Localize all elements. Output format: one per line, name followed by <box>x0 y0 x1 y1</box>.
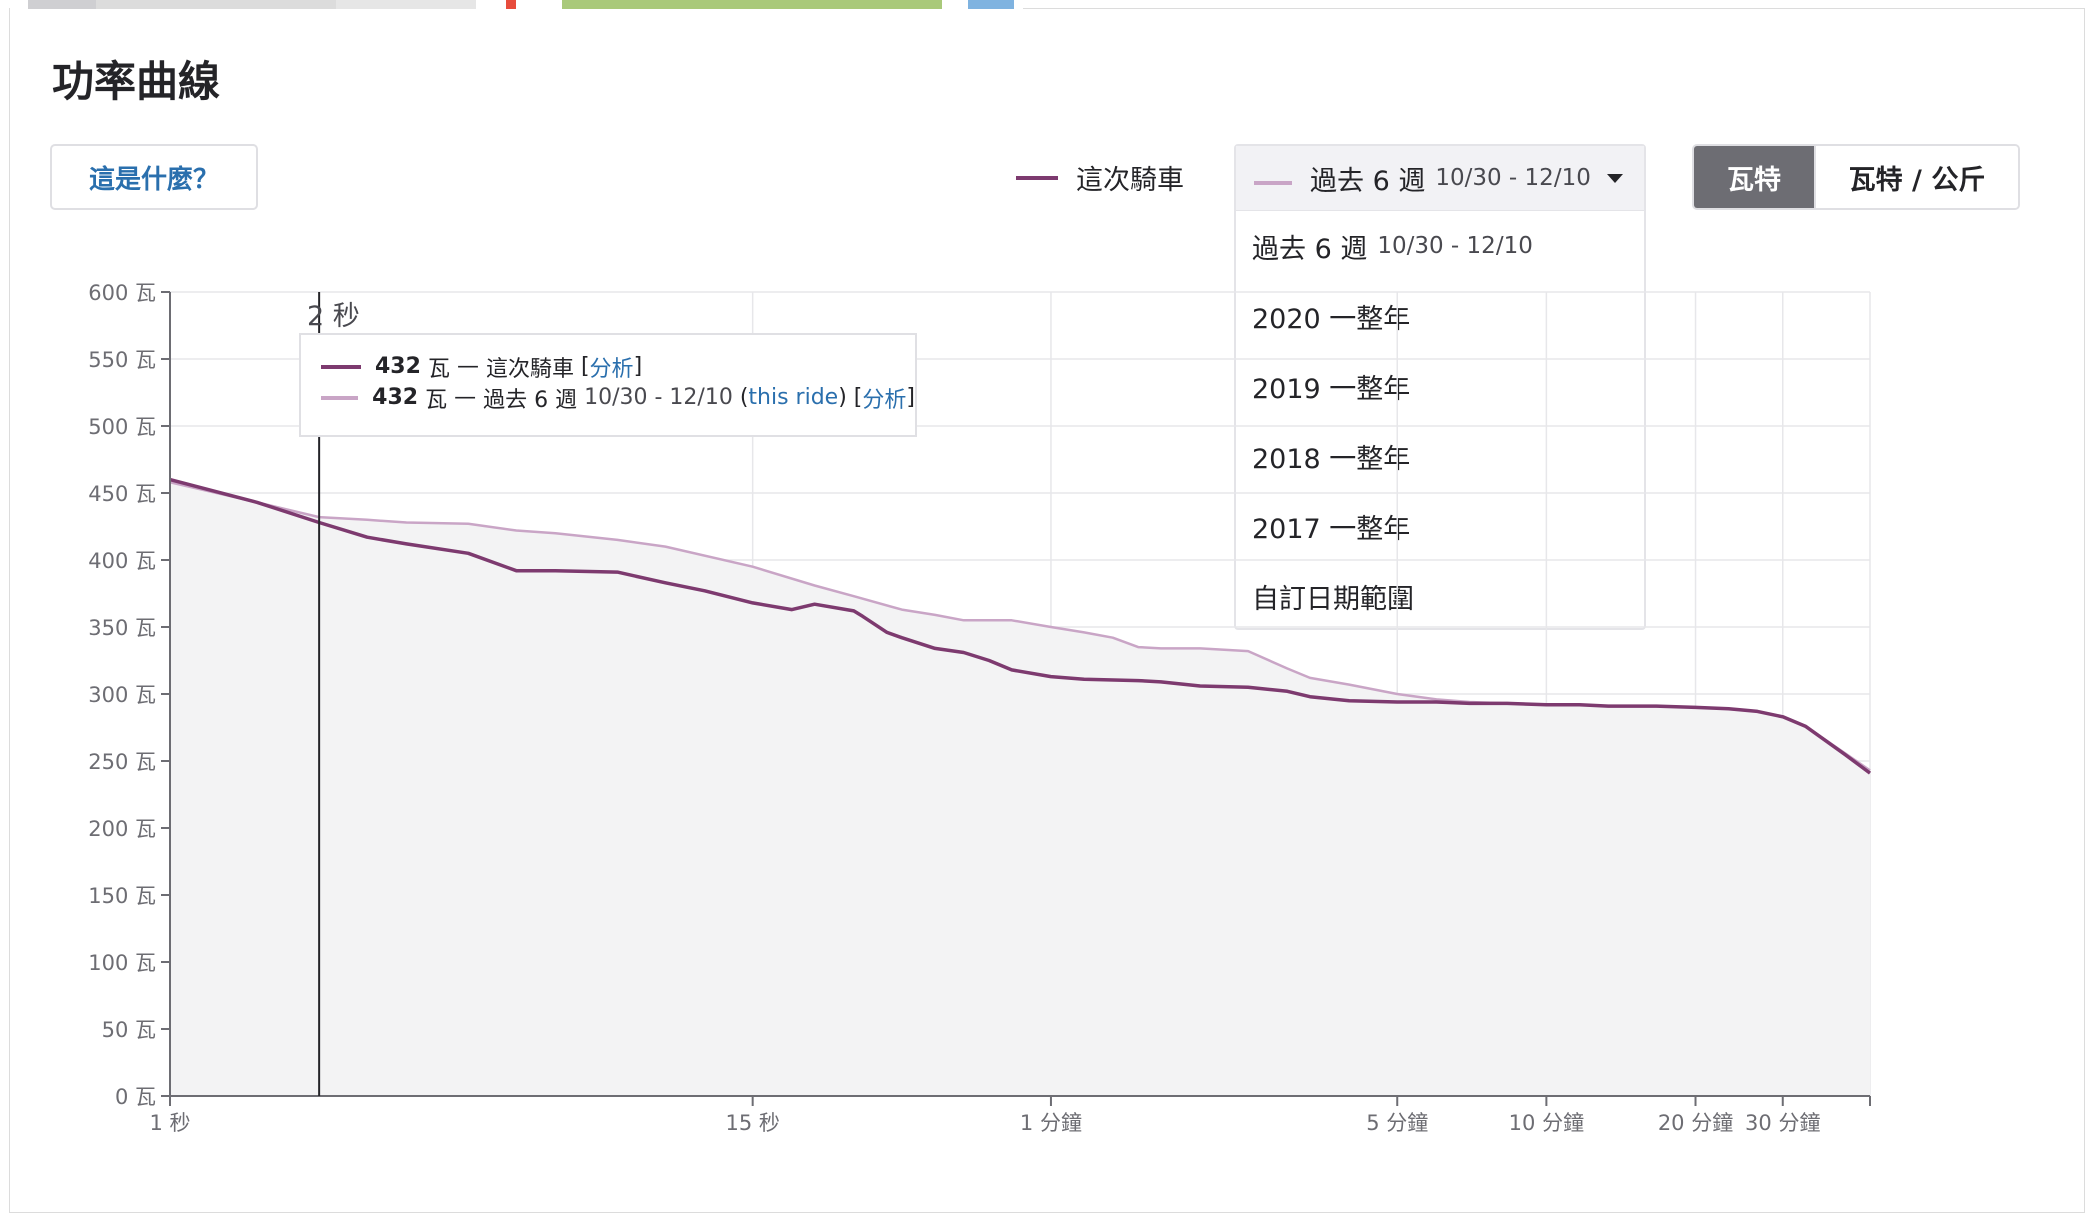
y-tick-label: 100 瓦 <box>88 951 156 975</box>
power-curve-chart[interactable]: 0 瓦 50 瓦 100 瓦 150 瓦 200 瓦 250 瓦 300 瓦 350 瓦 400… <box>0 0 2094 1224</box>
y-tick-label: 550 瓦 <box>88 348 156 372</box>
legend-swatch <box>321 395 359 400</box>
tooltip-separator: — <box>456 354 479 379</box>
x-tick-label: 1 秒 <box>149 1111 190 1135</box>
tooltip-value: 432 <box>372 385 419 410</box>
tooltip-row-compare: 432 瓦 — 過去 6 週 10/30 - 12/10 (this ride)… <box>321 382 915 413</box>
x-tick-label: 15 秒 <box>725 1111 779 1135</box>
x-tick-label: 5 分鐘 <box>1366 1111 1428 1135</box>
tooltip-range: 10/30 - 12/10 <box>584 385 733 410</box>
analyze-link[interactable]: 分析 <box>862 382 906 414</box>
y-tick-label: 250 瓦 <box>88 750 156 774</box>
x-tick-label: 30 分鐘 <box>1745 1111 1820 1135</box>
x-tick-label: 1 分鐘 <box>1020 1111 1082 1135</box>
cursor-duration-label: 2 秒 <box>307 301 360 332</box>
y-tick-label: 150 瓦 <box>88 884 156 908</box>
tooltip-value: 432 <box>375 354 421 379</box>
legend-swatch <box>321 364 361 369</box>
y-tick-label: 50 瓦 <box>102 1018 156 1042</box>
tooltip-series-name: 這次騎車 <box>485 356 574 382</box>
tooltip-separator: — <box>454 385 477 410</box>
y-tick-label: 300 瓦 <box>88 683 156 707</box>
area-fill <box>170 482 1870 1096</box>
this-ride-link[interactable]: this ride <box>748 385 838 410</box>
tooltip-unit: 瓦 <box>427 356 450 382</box>
y-tick-label: 0 瓦 <box>115 1085 156 1109</box>
y-tick-label: 350 瓦 <box>88 616 156 640</box>
y-tick-label: 400 瓦 <box>88 549 156 573</box>
y-tick-label: 600 瓦 <box>88 281 156 305</box>
x-tick-label: 20 分鐘 <box>1658 1111 1733 1135</box>
tooltip-unit: 瓦 <box>425 387 448 413</box>
cursor-tooltip: 432 瓦 — 這次騎車 [分析] 432 瓦 — 過去 6 週 10/30 -… <box>299 333 917 437</box>
chart-area <box>170 482 1870 1096</box>
y-tick-label: 200 瓦 <box>88 817 156 841</box>
tooltip-row-this-ride: 432 瓦 — 這次騎車 [分析] <box>321 351 915 382</box>
analyze-link[interactable]: 分析 <box>590 351 634 383</box>
x-tick-label: 10 分鐘 <box>1509 1111 1584 1135</box>
tooltip-series-name: 過去 6 週 <box>483 387 578 413</box>
y-tick-label: 500 瓦 <box>88 415 156 439</box>
y-tick-label: 450 瓦 <box>88 482 156 506</box>
